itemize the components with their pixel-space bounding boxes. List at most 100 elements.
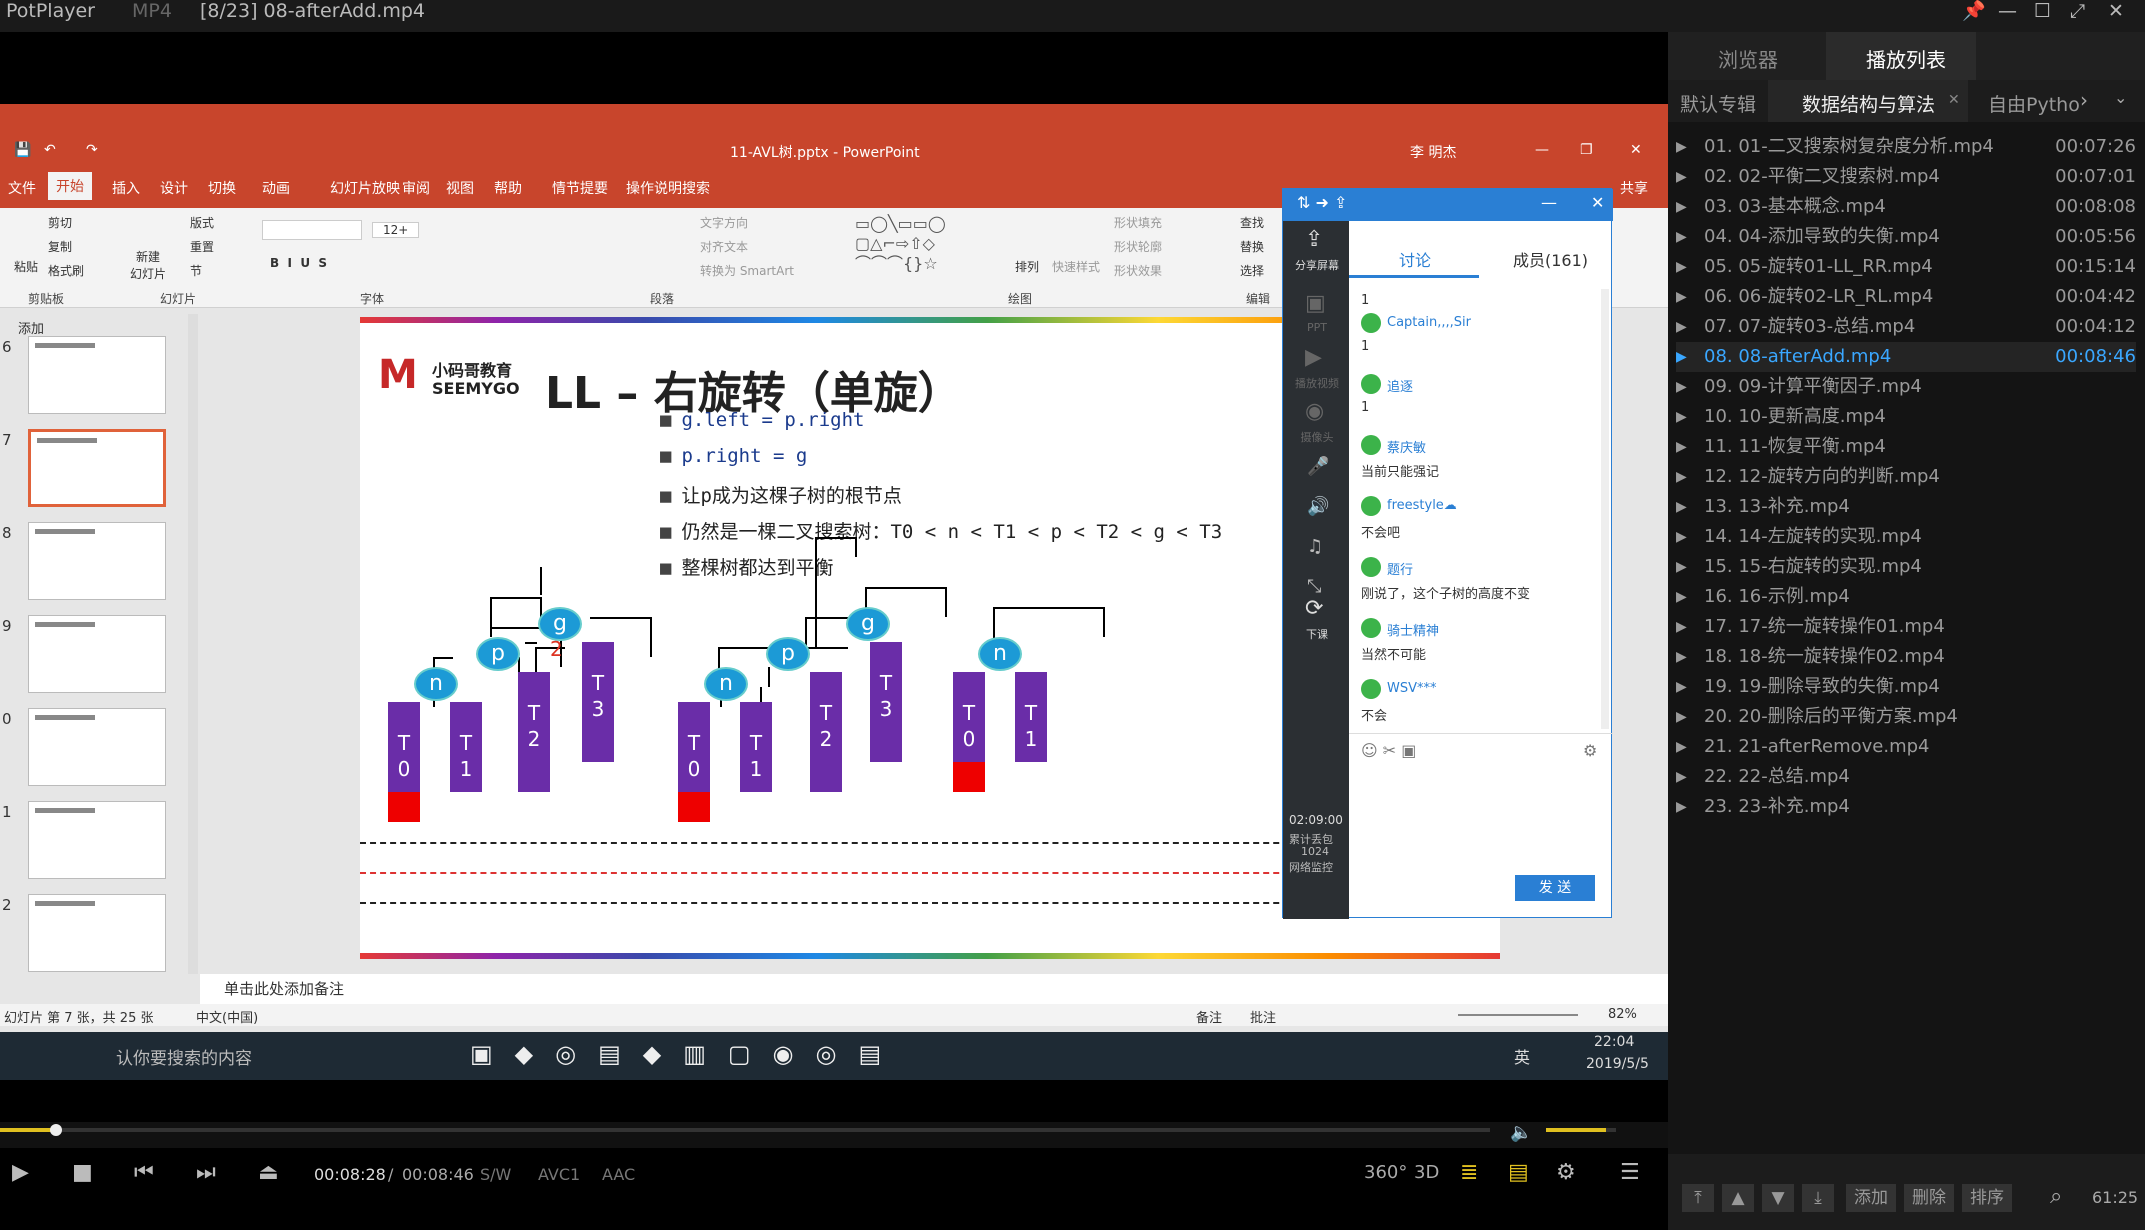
stop-icon[interactable]: ■ [72, 1160, 93, 1185]
tab-browser[interactable]: 浏览器 [1718, 44, 1778, 73]
menu-6[interactable]: 幻灯片放映 [330, 178, 400, 198]
menu-1[interactable]: 开始 [48, 172, 92, 200]
sidebar-1-icon[interactable]: ▣ [1305, 291, 1326, 316]
playlist-item[interactable]: ▶ 16. 16-示例.mp4 [1676, 582, 2136, 612]
media-icon-0[interactable]: 🎤 [1307, 456, 1329, 477]
previous-icon[interactable]: ⏮ [134, 1160, 154, 1185]
menu-0[interactable]: 文件 [8, 178, 36, 198]
playlist-item[interactable]: ▶ 14. 14-左旋转的实现.mp4 [1676, 522, 2136, 552]
sw-label[interactable]: S/W [480, 1165, 511, 1184]
chat-close-icon[interactable]: ✕ [1591, 193, 1604, 212]
quick-style-button[interactable]: 快速样式 [1052, 258, 1100, 275]
shape-outline-button[interactable]: 形状轮廓 [1114, 238, 1162, 255]
playlist-item[interactable]: ▶ 21. 21-afterRemove.mp4 [1676, 732, 2136, 762]
slide-thumbnail[interactable] [28, 615, 166, 693]
format-painter-button[interactable]: 格式刷 [48, 262, 84, 279]
reset-button[interactable]: 重置 [190, 238, 214, 255]
menu-2[interactable]: 插入 [112, 178, 140, 198]
dropdown-icon[interactable]: ⌄ [2114, 88, 2127, 107]
vr360-button[interactable]: 360° [1364, 1162, 1407, 1183]
move-bottom-icon[interactable]: ⤓ [1802, 1184, 1834, 1212]
seek-bar[interactable] [0, 1128, 1490, 1132]
copy-button[interactable]: 复制 [48, 238, 72, 255]
shape-fill-button[interactable]: 形状填充 [1114, 214, 1162, 231]
playlist-item[interactable]: ▶ 17. 17-统一旋转操作01.mp4 [1676, 612, 2136, 642]
slide-thumbnail[interactable] [28, 708, 166, 786]
font-size-box[interactable]: 12+ [372, 222, 420, 238]
sidebar-label-2[interactable]: 播放视频 [1291, 375, 1343, 391]
sidebar-2-icon[interactable]: ▶ [1305, 345, 1322, 370]
menu-4[interactable]: 切换 [208, 178, 236, 198]
playlist-item[interactable]: ▶ 02. 02-平衡二叉搜索树.mp4 00:07:01 [1676, 162, 2136, 192]
new-slide-button[interactable]: 新建 幻灯片 [130, 248, 166, 282]
align-text-button[interactable]: 对齐文本 [700, 238, 748, 255]
subtab-default[interactable]: 默认专辑 [1680, 90, 1756, 117]
close-icon[interactable]: ✕ [2108, 0, 2124, 22]
chat-username[interactable]: 骑士精神 [1387, 620, 1439, 639]
move-top-icon[interactable]: ⤒ [1682, 1184, 1714, 1212]
playlist-item[interactable]: ▶ 08. 08-afterAdd.mp4 00:08:46 [1676, 342, 2136, 372]
playlist-item[interactable]: ▶ 07. 07-旋转03-总结.mp4 00:04:12 [1676, 312, 2136, 342]
comments-toggle[interactable]: 批注 [1250, 1007, 1276, 1026]
share-button[interactable]: 共享 [1620, 178, 1648, 198]
volume-icon[interactable]: 🔈 [1510, 1122, 1532, 1143]
playlist-item[interactable]: ▶ 04. 04-添加导致的失衡.mp4 00:05:56 [1676, 222, 2136, 252]
layout-button[interactable]: 版式 [190, 214, 214, 231]
video-codec[interactable]: AVC1 [538, 1165, 580, 1184]
playlist-item[interactable]: ▶ 20. 20-删除后的平衡方案.mp4 [1676, 702, 2136, 732]
move-down-icon[interactable]: ▼ [1762, 1184, 1794, 1212]
text-direction-button[interactable]: 文字方向 [700, 214, 748, 231]
menu-icon[interactable]: ☰ [1620, 1160, 1640, 1185]
menu-8[interactable]: 视图 [446, 178, 474, 198]
ppt-close-icon[interactable]: ✕ [1630, 142, 1642, 158]
playlist-item[interactable]: ▶ 23. 23-补充.mp4 [1676, 792, 2136, 822]
ime-indicator[interactable]: 英 [1514, 1044, 1530, 1068]
seek-knob[interactable] [50, 1124, 62, 1136]
smartart-button[interactable]: 转换为 SmartArt [700, 262, 794, 279]
notes-toggle[interactable]: 备注 [1196, 1007, 1222, 1026]
playlist-item[interactable]: ▶ 15. 15-右旋转的实现.mp4 [1676, 552, 2136, 582]
paste-button[interactable]: 粘贴 [14, 258, 38, 275]
chat-username[interactable]: 蔡庆敏 [1387, 437, 1426, 456]
playlist-item[interactable]: ▶ 09. 09-计算平衡因子.mp4 [1676, 372, 2136, 402]
playlist-item[interactable]: ▶ 01. 01-二叉搜索树复杂度分析.mp4 00:07:26 [1676, 132, 2136, 162]
sidebar-0-icon[interactable]: ⇪ [1305, 227, 1323, 252]
thumbs-scrollbar[interactable] [188, 314, 198, 974]
slide-thumbnail[interactable] [28, 429, 166, 507]
tab-members[interactable]: 成员(161) [1513, 247, 1588, 271]
send-button[interactable]: 发 送 [1515, 875, 1595, 901]
play-icon[interactable]: ▶ [12, 1160, 29, 1185]
playlist-item[interactable]: ▶ 18. 18-统一旋转操作02.mp4 [1676, 642, 2136, 672]
chat-scrollbar[interactable] [1601, 289, 1609, 729]
slide-thumbnail[interactable] [28, 336, 166, 414]
font-name-box[interactable] [262, 220, 362, 240]
move-up-icon[interactable]: ▲ [1722, 1184, 1754, 1212]
sidebar-label-3[interactable]: 摄像头 [1291, 429, 1343, 445]
shapes-gallery[interactable]: ▭◯╲▭▭◯ ▢△⌐⇨⇧◇ ⌒⌒⌒{}☆ [855, 214, 985, 278]
minimize-icon[interactable]: — [1998, 0, 2017, 22]
zoom-slider[interactable] [1458, 1014, 1578, 1016]
sidebar-3-icon[interactable]: ◉ [1305, 399, 1324, 424]
playlist-search-icon[interactable]: ≣ [1460, 1160, 1478, 1185]
taskbar-apps[interactable]: ▣◆◎▤◆▥▢◉◎▤ [470, 1040, 990, 1072]
cut-button[interactable]: 剪切 [48, 214, 72, 231]
sidebar-4-icon[interactable]: ⟳ [1305, 596, 1323, 621]
menu-5[interactable]: 动画 [262, 178, 290, 198]
pin-icon[interactable]: 📌 [1962, 0, 1986, 22]
font-style-buttons[interactable]: B I U S [270, 256, 327, 270]
playlist-item[interactable]: ▶ 06. 06-旋转02-LR_RL.mp4 00:04:42 [1676, 282, 2136, 312]
sidebar-label-0[interactable]: 分享屏幕 [1291, 257, 1343, 273]
add-button[interactable]: 添加 [1846, 1184, 1896, 1212]
sidebar-label-1[interactable]: PPT [1291, 321, 1343, 334]
eject-icon[interactable]: ⏏ [258, 1160, 279, 1185]
redo-icon[interactable]: ↷ [86, 142, 98, 158]
select-button[interactable]: 选择 [1240, 262, 1264, 279]
chat-username[interactable]: freestyle☁ [1387, 498, 1457, 513]
fullscreen-icon[interactable]: ⤢ [2070, 0, 2085, 22]
subtitle-icon[interactable]: ▤ [1508, 1160, 1529, 1185]
add-section-label[interactable]: 添加 [18, 318, 44, 337]
maximize-icon[interactable]: ☐ [2034, 0, 2051, 22]
section-button[interactable]: 节 [190, 262, 202, 279]
delete-button[interactable]: 删除 [1904, 1184, 1954, 1212]
playlist-item[interactable]: ▶ 05. 05-旋转01-LL_RR.mp4 00:15:14 [1676, 252, 2136, 282]
